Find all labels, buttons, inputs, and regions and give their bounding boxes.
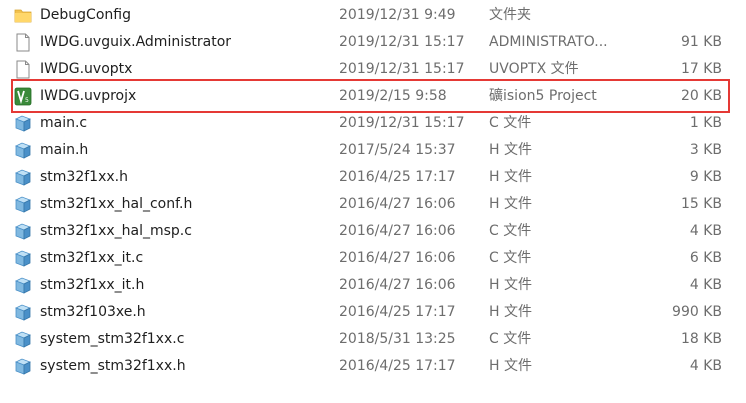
folder-icon [14,6,32,25]
file-date: 2019/2/15 9:58 [339,88,447,104]
file-size: 20 KB [680,88,722,104]
file-row[interactable]: DebugConfig 2019/12/31 9:49 文件夹 [0,2,746,29]
c-source-icon [14,141,32,160]
file-name: system_stm32f1xx.h [40,358,186,374]
file-name: IWDG.uvoptx [40,61,133,77]
file-date: 2016/4/27 16:06 [339,250,456,266]
file-name: DebugConfig [40,7,131,23]
file-name: system_stm32f1xx.c [40,331,185,347]
file-type: C 文件 [489,223,532,239]
file-size: 17 KB [680,61,722,77]
file-name: main.c [40,115,88,131]
file-date: 2016/4/27 16:06 [339,223,456,239]
file-date: 2016/4/25 17:17 [339,358,456,374]
file-size: 4 KB [689,223,722,239]
file-size: 1 KB [689,115,722,131]
file-row[interactable]: stm32f1xx_hal_conf.h 2016/4/27 16:06 H 文… [0,191,746,218]
file-list: DebugConfig 2019/12/31 9:49 文件夹 IWDG.uvg… [0,2,746,380]
file-size: 6 KB [689,250,722,266]
file-type: H 文件 [489,277,532,293]
file-date: 2016/4/27 16:06 [339,277,456,293]
file-type: H 文件 [489,358,532,374]
file-size: 91 KB [680,34,722,50]
file-name: stm32f1xx_hal_conf.h [40,196,193,212]
file-size: 15 KB [680,196,722,212]
document-icon [14,33,32,52]
file-type: UVOPTX 文件 [489,61,579,77]
file-name: stm32f1xx.h [40,169,128,185]
document-icon [14,60,32,79]
file-type: 礦ision5 Project [489,88,597,104]
file-row[interactable]: stm32f1xx.h 2016/4/25 17:17 H 文件 9 KB [0,164,746,191]
file-type: C 文件 [489,331,532,347]
file-size: 990 KB [672,304,722,320]
file-type: H 文件 [489,169,532,185]
file-date: 2019/12/31 15:17 [339,61,465,77]
file-name: stm32f1xx_hal_msp.c [40,223,192,239]
file-date: 2019/12/31 15:17 [339,115,465,131]
file-type: C 文件 [489,115,532,131]
c-source-icon [14,357,32,376]
file-type: ADMINISTRATO... [489,34,608,50]
file-row[interactable]: system_stm32f1xx.h 2016/4/25 17:17 H 文件 … [0,353,746,380]
file-date: 2019/12/31 15:17 [339,34,465,50]
c-source-icon [14,303,32,322]
file-type: C 文件 [489,250,532,266]
file-size: 3 KB [689,142,722,158]
file-date: 2016/4/25 17:17 [339,304,456,320]
file-row[interactable]: stm32f1xx_it.c 2016/4/27 16:06 C 文件 6 KB [0,245,746,272]
svg-text:5: 5 [25,97,29,104]
file-row[interactable]: main.h 2017/5/24 15:37 H 文件 3 KB [0,137,746,164]
c-source-icon [14,195,32,214]
file-name: stm32f1xx_it.h [40,277,145,293]
file-date: 2019/12/31 9:49 [339,7,456,23]
c-source-icon [14,168,32,187]
file-row[interactable]: IWDG.uvoptx 2019/12/31 15:17 UVOPTX 文件 1… [0,56,746,83]
file-size: 4 KB [689,277,722,293]
file-name: stm32f103xe.h [40,304,146,320]
file-type: H 文件 [489,196,532,212]
file-date: 2017/5/24 15:37 [339,142,456,158]
c-source-icon [14,114,32,133]
file-row[interactable]: stm32f1xx_hal_msp.c 2016/4/27 16:06 C 文件… [0,218,746,245]
file-type: 文件夹 [489,7,531,23]
file-type: H 文件 [489,142,532,158]
file-size: 4 KB [689,358,722,374]
file-date: 2016/4/27 16:06 [339,196,456,212]
file-name: IWDG.uvguix.Administrator [40,34,232,50]
file-name: main.h [40,142,89,158]
c-source-icon [14,249,32,268]
file-date: 2016/4/25 17:17 [339,169,456,185]
file-size: 18 KB [680,331,722,347]
file-date: 2018/5/31 13:25 [339,331,456,347]
file-row[interactable]: stm32f103xe.h 2016/4/25 17:17 H 文件 990 K… [0,299,746,326]
file-type: H 文件 [489,304,532,320]
c-source-icon [14,222,32,241]
c-source-icon [14,276,32,295]
file-size: 9 KB [689,169,722,185]
file-name: stm32f1xx_it.c [40,250,144,266]
c-source-icon [14,330,32,349]
file-row[interactable]: main.c 2019/12/31 15:17 C 文件 1 KB [0,110,746,137]
file-row[interactable]: stm32f1xx_it.h 2016/4/27 16:06 H 文件 4 KB [0,272,746,299]
file-name: IWDG.uvprojx [40,88,137,104]
keil-project-icon: 5 [14,87,32,106]
file-row[interactable]: IWDG.uvguix.Administrator 2019/12/31 15:… [0,29,746,56]
file-row-selected[interactable]: 5 IWDG.uvprojx 2019/2/15 9:58 礦ision5 Pr… [0,83,746,110]
file-row[interactable]: system_stm32f1xx.c 2018/5/31 13:25 C 文件 … [0,326,746,353]
